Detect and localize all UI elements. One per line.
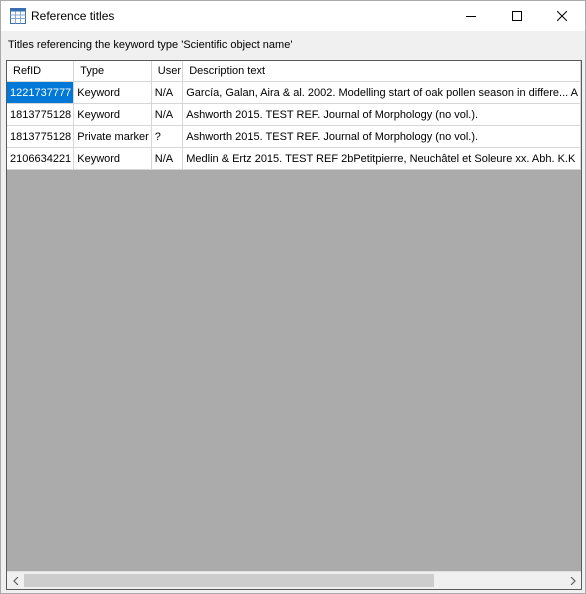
scrollbar-thumb[interactable] [24, 574, 434, 587]
horizontal-scrollbar[interactable] [7, 571, 581, 589]
cell-type[interactable]: Keyword [73, 147, 152, 170]
cell-user[interactable]: N/A [151, 147, 184, 170]
cell-description[interactable]: García, Galan, Aira & al. 2002. Modellin… [182, 81, 581, 104]
window-title: Reference titles [31, 9, 115, 23]
cell-refid[interactable]: 1813775128 [7, 103, 75, 126]
title-bar[interactable]: Reference titles [1, 1, 585, 31]
scroll-left-button[interactable] [7, 572, 24, 589]
close-button[interactable] [539, 1, 585, 31]
cell-description[interactable]: Ashworth 2015. TEST REF. Journal of Morp… [182, 103, 581, 126]
cell-user[interactable]: N/A [151, 103, 184, 126]
reference-table: RefID Type User Description text 1221737… [7, 61, 581, 170]
table-row[interactable]: 1221737777 Keyword N/A García, Galan, Ai… [7, 81, 581, 104]
cell-type[interactable]: Keyword [73, 81, 152, 104]
table-row[interactable]: 1813775128 Private marker ? Ashworth 201… [7, 125, 581, 148]
maximize-icon [512, 11, 522, 21]
cell-description[interactable]: Ashworth 2015. TEST REF. Journal of Morp… [182, 125, 581, 148]
cell-refid[interactable]: 2106634221 [7, 147, 75, 170]
maximize-button[interactable] [494, 1, 540, 31]
table-header-row: RefID Type User Description text [7, 61, 581, 82]
table-row[interactable]: 2106634221 Keyword N/A Medlin & Ertz 201… [7, 147, 581, 170]
cell-user[interactable]: ? [151, 125, 184, 148]
cell-type[interactable]: Keyword [73, 103, 152, 126]
chevron-left-icon [12, 576, 18, 585]
cell-refid[interactable]: 1813775128 [7, 125, 75, 148]
column-header-type[interactable]: Type [73, 61, 152, 82]
cell-user[interactable]: N/A [151, 81, 184, 104]
minimize-button[interactable] [448, 1, 494, 31]
column-header-refid[interactable]: RefID [7, 61, 75, 82]
reference-titles-window: Reference titles Titles referencing the … [0, 0, 586, 594]
scroll-right-button[interactable] [564, 572, 581, 589]
subtitle-label: Titles referencing the keyword type 'Sci… [8, 39, 293, 51]
cell-description[interactable]: Medlin & Ertz 2015. TEST REF 2bPetitpier… [182, 147, 581, 170]
minimize-icon [466, 16, 476, 17]
table-window-icon [10, 8, 26, 24]
cell-refid[interactable]: 1221737777 [7, 81, 75, 104]
chevron-right-icon [570, 576, 576, 585]
table-row[interactable]: 1813775128 Keyword N/A Ashworth 2015. TE… [7, 103, 581, 126]
column-header-description[interactable]: Description text [182, 61, 581, 82]
column-header-user[interactable]: User [151, 61, 184, 82]
close-icon [557, 11, 567, 21]
reference-grid[interactable]: RefID Type User Description text 1221737… [6, 60, 582, 590]
cell-type[interactable]: Private marker [73, 125, 152, 148]
